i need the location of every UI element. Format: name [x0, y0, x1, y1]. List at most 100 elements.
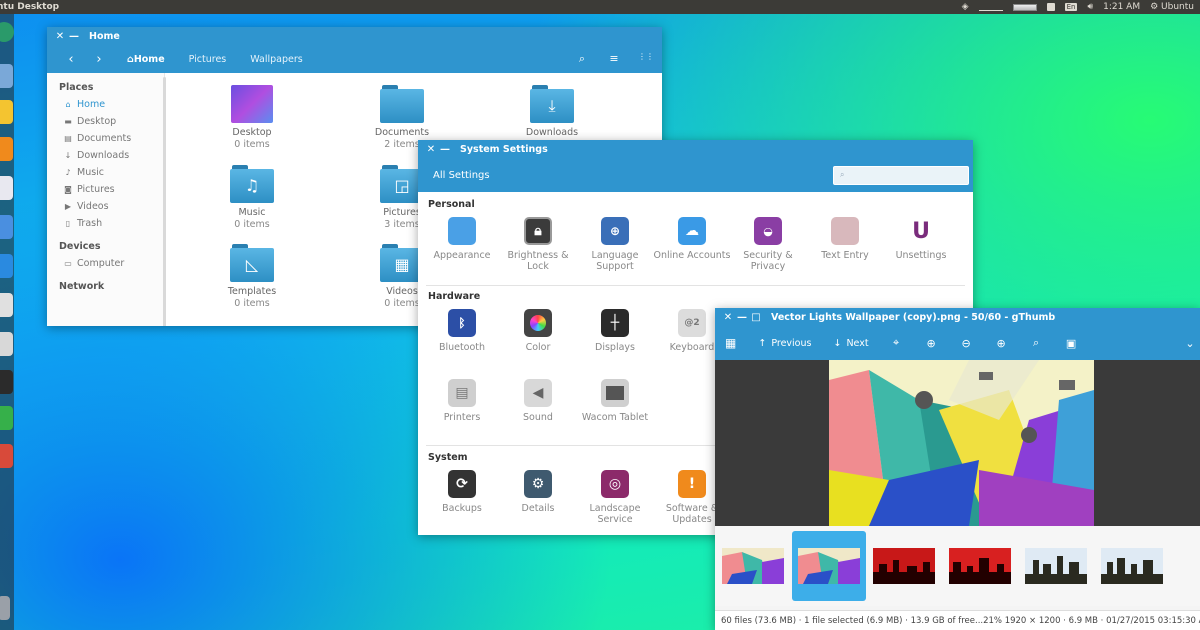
keyboard-layout[interactable]: En [1064, 3, 1078, 11]
fit-icon[interactable]: ⌖ [879, 336, 914, 350]
sidebar-item-desktop[interactable]: ▬ Desktop [47, 113, 164, 130]
folder-music[interactable]: ♫ Music 0 items [202, 165, 302, 231]
settings-brightness-lock[interactable]: 🔒︎ Brightness & Lock [498, 217, 578, 272]
dash-icon[interactable] [0, 22, 14, 42]
browser-mode-icon[interactable]: ▦ [725, 336, 736, 350]
sidebar-item-music[interactable]: ♪ Music [47, 164, 164, 181]
launcher [0, 14, 14, 630]
breadcrumb-home[interactable]: ⌂Home [117, 54, 175, 65]
firefox-launcher-icon[interactable] [0, 137, 13, 161]
settings-displays[interactable]: ┼ Displays [575, 309, 655, 353]
thumbnail[interactable] [873, 548, 935, 584]
updates-launcher-icon[interactable] [0, 406, 13, 430]
settings-security-privacy[interactable]: ◒ Security & Privacy [728, 217, 808, 272]
settings-details[interactable]: ⚙ Details [498, 470, 578, 514]
sidebar-item-trash[interactable]: ▯ Trash [47, 215, 164, 232]
session-menu[interactable]: ⚙ Ubuntu [1150, 2, 1194, 12]
sidebar-item-videos[interactable]: ▶ Videos [47, 198, 164, 215]
sidebar-item-documents[interactable]: ▤ Documents [47, 130, 164, 147]
documents-folder-icon [380, 85, 424, 123]
grid-view-icon[interactable]: ⋮⋮ [630, 52, 662, 66]
forward-icon[interactable]: › [85, 52, 113, 67]
sidebar-item-home[interactable]: ⌂ Home [47, 96, 164, 113]
network-icon[interactable] [978, 3, 1003, 11]
menu-chevron-icon[interactable]: ⌄ [1180, 337, 1200, 350]
battery-icon[interactable] [1012, 3, 1037, 11]
sidebar-item-computer[interactable]: ▭ Computer [47, 255, 164, 272]
image-viewer[interactable] [715, 360, 1200, 526]
photos-launcher-icon[interactable] [0, 444, 13, 468]
close-button[interactable]: ✕ [424, 144, 438, 155]
thumbnail[interactable] [949, 548, 1011, 584]
minimize-button[interactable]: — [67, 31, 81, 42]
files-launcher-icon[interactable] [0, 64, 13, 88]
next-button[interactable]: ↓ Next [833, 338, 868, 349]
previous-button[interactable]: ↑ Previous [758, 338, 811, 349]
zoom-out-icon[interactable]: ⊖ [949, 337, 984, 350]
clock[interactable]: 1:21 AM [1103, 2, 1140, 12]
thumbnail[interactable] [722, 548, 784, 584]
close-button[interactable]: ✕ [721, 312, 735, 323]
zoom-in-icon[interactable]: ⊕ [914, 337, 949, 350]
settings-launcher-icon[interactable] [0, 293, 13, 317]
minimize-button[interactable]: — [438, 144, 452, 155]
chrome-launcher-icon[interactable] [0, 100, 13, 124]
settings-titlebar[interactable]: ✕ — System Settings [418, 140, 973, 158]
trash-launcher-icon[interactable] [0, 596, 10, 620]
folder-count: 0 items [234, 219, 270, 230]
search-icon[interactable]: ⌕ [566, 52, 598, 66]
gthumb-titlebar[interactable]: ✕ — □ Vector Lights Wallpaper (copy).png… [715, 308, 1200, 326]
zoom-actual-icon[interactable]: ⌕ [1019, 336, 1054, 350]
files-titlebar[interactable]: ✕ — Home [47, 27, 662, 45]
sidebar-item-label: Documents [77, 133, 132, 144]
settings-label: Brightness & Lock [507, 250, 569, 272]
settings-wacom-tablet[interactable]: Wacom Tablet [575, 379, 655, 423]
close-button[interactable]: ✕ [53, 31, 67, 42]
settings-appearance[interactable]: Appearance [422, 217, 502, 261]
settings-text-entry[interactable]: Text Entry [805, 217, 885, 261]
terminal-launcher-icon[interactable] [0, 370, 13, 394]
maximize-button[interactable]: □ [749, 312, 763, 323]
settings-color[interactable]: Color [498, 309, 578, 353]
all-settings-button[interactable]: All Settings [433, 170, 490, 181]
folder-downloads[interactable]: ⤓ Downloads [502, 85, 602, 139]
tweak-launcher-icon[interactable] [0, 332, 13, 356]
dropbox-icon[interactable]: ◈ [962, 2, 969, 12]
settings-backups[interactable]: ⟳ Backups [422, 470, 502, 514]
store-launcher-icon[interactable] [0, 254, 13, 278]
text-editor-launcher-icon[interactable] [0, 176, 13, 200]
indicator-icon[interactable] [1046, 3, 1055, 11]
settings-label: Online Accounts [653, 250, 731, 261]
settings-online-accounts[interactable]: ☁ Online Accounts [652, 217, 732, 261]
sidebar-item-pictures[interactable]: ◙ Pictures [47, 181, 164, 198]
back-icon[interactable]: ‹ [57, 52, 85, 67]
writer-launcher-icon[interactable] [0, 215, 13, 239]
minimize-button[interactable]: — [735, 312, 749, 323]
folder-desktop[interactable]: Desktop 0 items [202, 85, 302, 151]
settings-label: Bluetooth [438, 342, 486, 353]
volume-icon[interactable]: 🔊︎ [1087, 2, 1093, 12]
settings-language-support[interactable]: ⊕ Language Support [575, 217, 655, 272]
settings-bluetooth[interactable]: ᛒ Bluetooth [422, 309, 502, 353]
breadcrumb-wallpapers[interactable]: Wallpapers [240, 54, 312, 65]
settings-landscape-service[interactable]: ◎ Landscape Service [575, 470, 655, 525]
breadcrumb-pictures[interactable]: Pictures [179, 54, 237, 65]
sidebar-item-downloads[interactable]: ↓ Downloads [47, 147, 164, 164]
thumbnail[interactable] [1025, 548, 1087, 584]
settings-label: Wacom Tablet [581, 412, 649, 423]
folder-templates[interactable]: ◺ Templates 0 items [202, 244, 302, 310]
settings-printers[interactable]: ▤ Printers [422, 379, 502, 423]
thumbnail-selected[interactable] [792, 531, 866, 601]
download-icon: ↓ [64, 151, 72, 160]
zoom-fit-icon[interactable]: ⊕ [984, 337, 1019, 350]
list-view-icon[interactable]: ≡ [598, 52, 630, 66]
settings-sound[interactable]: ◀ Sound [498, 379, 578, 423]
sidebar-scrollbar[interactable] [163, 77, 166, 326]
fullscreen-icon[interactable]: ▣ [1054, 337, 1089, 350]
settings-unsettings[interactable]: U Unsettings [881, 217, 961, 261]
panel-title: ntu Desktop [0, 2, 60, 12]
thumbnail[interactable] [1101, 548, 1163, 584]
search-input[interactable]: ⌕ [833, 165, 969, 185]
thumbnail-image [722, 548, 784, 584]
video-icon: ▶ [64, 202, 72, 211]
